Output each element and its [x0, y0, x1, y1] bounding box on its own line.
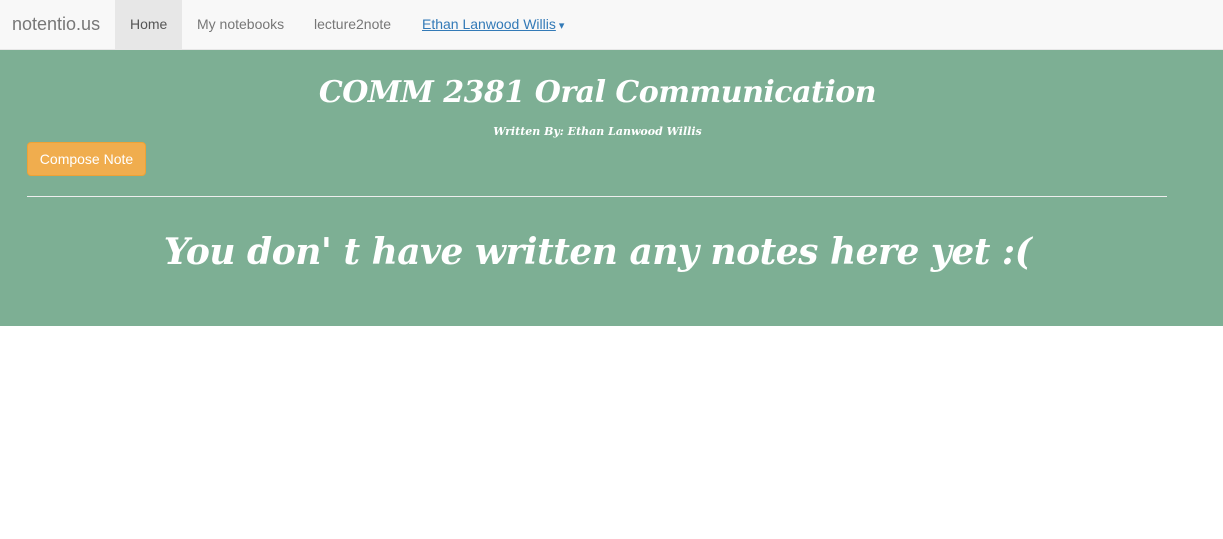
empty-notes-message: You don' t have written any notes here y… — [163, 231, 1032, 273]
user-menu-dropdown[interactable]: Ethan Lanwood Willis ▾ — [407, 0, 579, 49]
brand-link[interactable]: notentio.us — [12, 0, 100, 50]
notebook-author: Written By: Ethan Lanwood Willis — [493, 125, 702, 138]
top-navbar: notentio.us Home My notebooks lecture2no… — [0, 0, 1223, 50]
nav-my-notebooks[interactable]: My notebooks — [182, 0, 299, 49]
notebook-title: COMM 2381 Oral Communication — [318, 75, 877, 110]
chevron-down-icon: ▾ — [558, 20, 565, 32]
notebook-header: COMM 2381 Oral Communication Written By:… — [0, 50, 1223, 326]
nav-lecture2note[interactable]: lecture2note — [299, 0, 406, 49]
compose-note-button[interactable]: Compose Note — [27, 142, 146, 176]
nav-home[interactable]: Home — [115, 0, 182, 49]
user-name: Ethan Lanwood Willis — [422, 16, 556, 32]
divider — [27, 196, 1167, 197]
